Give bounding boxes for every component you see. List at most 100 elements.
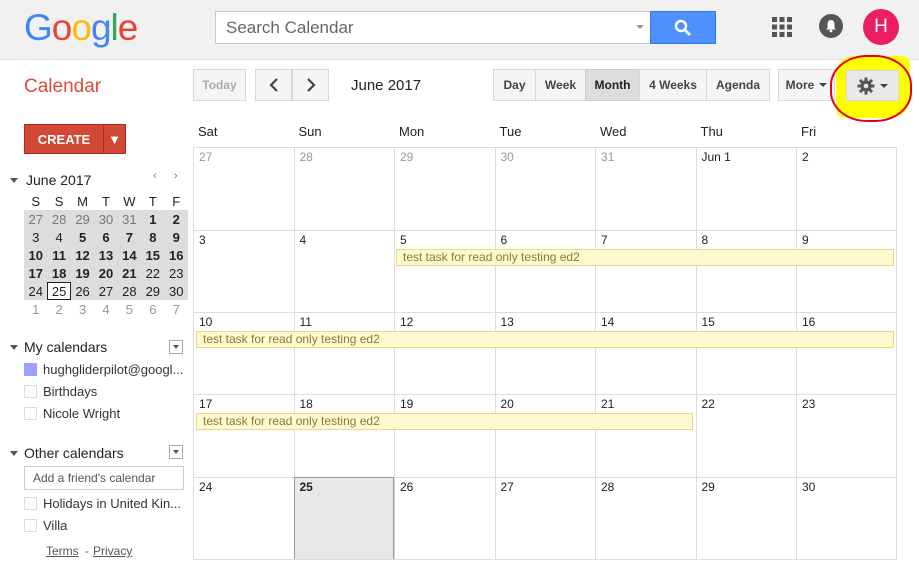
day-cell[interactable]: 5 <box>394 230 495 312</box>
day-cell[interactable]: 14 <box>595 312 696 394</box>
mini-day[interactable]: 6 <box>94 228 118 246</box>
day-cell[interactable]: 9 <box>796 230 897 312</box>
day-number[interactable]: 28 <box>601 480 614 494</box>
day-cell[interactable]: 30 <box>796 477 897 559</box>
my-calendars-menu-icon[interactable] <box>169 340 183 354</box>
mini-day[interactable]: 7 <box>164 300 188 318</box>
day-number[interactable]: 6 <box>501 233 508 247</box>
day-number[interactable]: 28 <box>300 150 313 164</box>
day-number[interactable]: 17 <box>199 397 212 411</box>
day-cell[interactable]: 17 <box>193 394 294 477</box>
day-cell[interactable]: 27 <box>193 147 294 230</box>
day-number[interactable]: 20 <box>501 397 514 411</box>
mini-day[interactable]: 23 <box>164 264 188 282</box>
mini-day[interactable]: 22 <box>141 264 165 282</box>
mini-day[interactable]: 15 <box>141 246 165 264</box>
day-cell[interactable]: 7 <box>595 230 696 312</box>
mini-day[interactable]: 17 <box>24 264 48 282</box>
day-cell[interactable]: 4 <box>293 230 394 312</box>
mini-day[interactable]: 6 <box>141 300 165 318</box>
day-number[interactable]: 10 <box>199 315 212 329</box>
privacy-link[interactable]: Privacy <box>93 544 132 558</box>
day-number[interactable]: 16 <box>802 315 815 329</box>
view-agenda-button[interactable]: Agenda <box>706 69 770 101</box>
day-cell[interactable]: 12 <box>394 312 495 394</box>
day-number[interactable]: 30 <box>501 150 514 164</box>
mini-day[interactable]: 16 <box>164 246 188 264</box>
mini-next-month-icon[interactable]: › <box>174 170 178 182</box>
event-chip[interactable]: test task for read only testing ed2 <box>196 413 693 430</box>
mini-day[interactable]: 31 <box>117 210 142 228</box>
day-cell[interactable]: 29 <box>394 147 495 230</box>
mini-day[interactable]: 1 <box>141 210 165 228</box>
day-cell[interactable]: 11 <box>293 312 394 394</box>
mini-day[interactable]: 30 <box>94 210 118 228</box>
day-number[interactable]: 8 <box>702 233 709 247</box>
mini-day[interactable]: 24 <box>24 282 48 300</box>
day-number[interactable]: 15 <box>702 315 715 329</box>
mini-day[interactable]: 29 <box>70 210 95 228</box>
apps-grid-icon[interactable] <box>771 16 793 38</box>
day-cell[interactable]: 26 <box>394 477 495 559</box>
mini-day[interactable]: 4 <box>94 300 118 318</box>
calendar-list-item[interactable]: Birthdays <box>24 384 97 399</box>
day-cell[interactable]: 23 <box>796 394 897 477</box>
more-views-button[interactable]: More <box>778 69 835 101</box>
day-number[interactable]: 27 <box>501 480 514 494</box>
day-number[interactable]: 14 <box>601 315 614 329</box>
mini-day[interactable]: 11 <box>47 246 71 264</box>
view-week-button[interactable]: Week <box>535 69 586 101</box>
calendar-color-swatch[interactable] <box>24 407 37 420</box>
calendar-list-item[interactable]: Holidays in United Kin... <box>24 496 181 511</box>
calendar-list-item[interactable]: hughgliderpilot@googl... <box>24 362 183 377</box>
mini-day[interactable]: 14 <box>117 246 142 264</box>
day-cell[interactable]: 22 <box>695 394 796 477</box>
mini-day[interactable]: 21 <box>117 264 142 282</box>
search-options-dropdown-icon[interactable] <box>636 25 644 29</box>
mini-day[interactable]: 7 <box>117 228 142 246</box>
view-day-button[interactable]: Day <box>493 69 536 101</box>
calendar-list-item[interactable]: Villa <box>24 518 67 533</box>
mini-day[interactable]: 1 <box>24 300 48 318</box>
day-cell[interactable]: 20 <box>494 394 595 477</box>
mini-day[interactable]: 2 <box>47 300 71 318</box>
day-number[interactable]: 22 <box>702 397 715 411</box>
mini-day[interactable]: 26 <box>70 282 95 300</box>
day-number[interactable]: 27 <box>199 150 212 164</box>
day-number[interactable]: Jun 1 <box>702 150 731 164</box>
mini-day[interactable]: 2 <box>164 210 188 228</box>
day-number[interactable]: 13 <box>501 315 514 329</box>
day-number[interactable]: 25 <box>300 480 313 494</box>
mini-day[interactable]: 12 <box>70 246 95 264</box>
terms-link[interactable]: Terms <box>46 544 79 558</box>
mini-day[interactable]: 20 <box>94 264 118 282</box>
mini-day[interactable]: 5 <box>117 300 142 318</box>
collapse-my-calendars-icon[interactable] <box>10 345 18 350</box>
day-number[interactable]: 5 <box>400 233 407 247</box>
day-cell[interactable]: 3 <box>193 230 294 312</box>
calendar-list-item[interactable]: Nicole Wright <box>24 406 120 421</box>
my-calendars-title[interactable]: My calendars <box>24 339 107 355</box>
event-chip[interactable]: test task for read only testing ed2 <box>196 331 894 348</box>
day-cell[interactable]: 29 <box>695 477 796 559</box>
day-cell[interactable]: 8 <box>695 230 796 312</box>
day-number[interactable]: 19 <box>400 397 413 411</box>
day-number[interactable]: 29 <box>400 150 413 164</box>
mini-day[interactable]: 5 <box>70 228 95 246</box>
notifications-bell-icon[interactable] <box>819 14 843 38</box>
day-number[interactable]: 3 <box>199 233 206 247</box>
mini-day[interactable]: 30 <box>164 282 188 300</box>
day-number[interactable]: 2 <box>802 150 809 164</box>
mini-day[interactable]: 9 <box>164 228 188 246</box>
day-cell[interactable]: 30 <box>494 147 595 230</box>
day-number[interactable]: 4 <box>300 233 307 247</box>
day-cell[interactable]: 19 <box>394 394 495 477</box>
other-calendars-menu-icon[interactable] <box>169 445 183 459</box>
day-number[interactable]: 31 <box>601 150 614 164</box>
today-button[interactable]: Today <box>193 69 246 101</box>
view-4-weeks-button[interactable]: 4 Weeks <box>639 69 707 101</box>
create-event-button[interactable]: CREATE ▼ <box>24 124 126 154</box>
mini-day[interactable]: 28 <box>117 282 142 300</box>
mini-day[interactable]: 8 <box>141 228 165 246</box>
mini-day[interactable]: 18 <box>47 264 71 282</box>
